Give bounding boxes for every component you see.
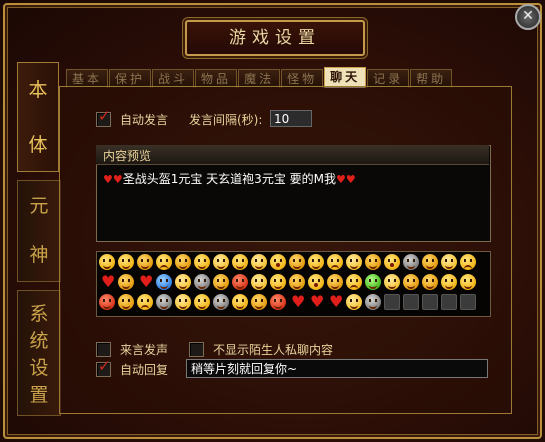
close-icon: ✕: [522, 8, 534, 24]
heart-icon: ♥♥: [336, 173, 356, 186]
emote-icon[interactable]: [118, 294, 134, 310]
emote-icon[interactable]: [156, 274, 172, 290]
emote-slot-empty: [403, 294, 419, 310]
emote-icon[interactable]: [441, 274, 457, 290]
emote-icon[interactable]: [175, 274, 191, 290]
block-stranger-checkbox[interactable]: [189, 342, 204, 357]
emote-icon[interactable]: [213, 254, 229, 270]
side-tab-system-char-1: 系: [29, 303, 49, 325]
emote-slot-empty: [441, 294, 457, 310]
emote-icon[interactable]: [194, 254, 210, 270]
auto-reply-input[interactable]: 稍等片刻就回复你~: [186, 359, 488, 378]
emote-icon[interactable]: [251, 254, 267, 270]
emote-icon[interactable]: [156, 254, 172, 270]
side-tab-system-char-4: 置: [29, 384, 49, 406]
emote-icon[interactable]: [327, 254, 343, 270]
emote-icon[interactable]: [308, 254, 324, 270]
emote-slot-empty: [460, 294, 476, 310]
interval-input[interactable]: 10: [270, 110, 312, 127]
emote-icon[interactable]: [213, 294, 229, 310]
emote-icon[interactable]: [365, 294, 381, 310]
emote-icon[interactable]: [460, 274, 476, 290]
incoming-sound-label: 来言发声: [120, 343, 169, 357]
side-tab-spirit-char-1: 元: [29, 195, 49, 217]
side-tab-system-char-3: 设: [29, 357, 49, 379]
emote-icon[interactable]: [270, 254, 286, 270]
emote-slot-empty: [422, 294, 438, 310]
emote-icon[interactable]: [232, 254, 248, 270]
title-plate: 游戏设置: [185, 20, 365, 56]
emote-icon[interactable]: [346, 274, 362, 290]
heart-icon: ♥♥: [103, 173, 123, 186]
emote-icon[interactable]: [365, 274, 381, 290]
preview-message-text: 圣战头盔1元宝 天玄道袍3元宝 要的M我: [122, 172, 336, 186]
auto-reply-label: 自动回复: [120, 363, 169, 377]
emote-icon[interactable]: [346, 254, 362, 270]
emote-icon[interactable]: [118, 274, 134, 290]
sidebar: 本 体 元 神 系 统 设 置: [17, 62, 61, 416]
emote-icon[interactable]: [251, 274, 267, 290]
heart-emote-icon[interactable]: [137, 272, 153, 291]
emote-icon[interactable]: [99, 294, 115, 310]
emote-icon[interactable]: [308, 274, 324, 290]
emote-icon[interactable]: [137, 254, 153, 270]
emote-icon[interactable]: [384, 254, 400, 270]
emote-grid: [99, 254, 483, 312]
side-tab-spirit-char-2: 神: [29, 244, 49, 266]
auto-speak-label: 自动发言: [120, 113, 169, 127]
window-title: 游戏设置: [229, 28, 321, 48]
emote-icon[interactable]: [270, 294, 286, 310]
interval-label: 发言间隔(秒):: [189, 113, 263, 127]
emote-icon[interactable]: [251, 294, 267, 310]
tab-chat[interactable]: 聊天: [324, 67, 367, 88]
block-stranger-label: 不显示陌生人私聊内容: [213, 343, 334, 357]
emote-icon[interactable]: [137, 294, 153, 310]
emote-icon[interactable]: [441, 254, 457, 270]
preview-message: ♥♥圣战头盔1元宝 天玄道袍3元宝 要的M我♥♥: [103, 170, 356, 187]
preview-header: 内容预览: [96, 145, 489, 165]
checkmark-icon: ✓: [98, 107, 111, 125]
emote-icon[interactable]: [422, 274, 438, 290]
side-tab-system-settings[interactable]: 系 统 设 置: [17, 290, 61, 416]
emote-icon[interactable]: [289, 274, 305, 290]
game-settings-window: 游戏设置 ✕ 本 体 元 神 系 统 设 置 基本 保护 战斗 物品 魔法 怪物…: [0, 0, 545, 442]
emote-icon[interactable]: [156, 294, 172, 310]
emote-icon[interactable]: [384, 274, 400, 290]
heart-emote-icon[interactable]: [99, 272, 115, 291]
incoming-sound-checkbox[interactable]: [96, 342, 111, 357]
heart-emote-icon[interactable]: [308, 292, 324, 311]
preview-title: 内容预览: [103, 149, 152, 163]
emote-icon[interactable]: [422, 254, 438, 270]
auto-reply-checkbox[interactable]: ✓: [96, 357, 111, 377]
emote-icon[interactable]: [232, 294, 248, 310]
emote-icon[interactable]: [460, 254, 476, 270]
side-tab-system-char-2: 统: [29, 330, 49, 352]
close-button[interactable]: ✕: [515, 4, 541, 30]
heart-emote-icon[interactable]: [289, 292, 305, 311]
emote-icon[interactable]: [232, 274, 248, 290]
emote-icon[interactable]: [194, 294, 210, 310]
side-tab-body-char-1: 本: [28, 79, 48, 101]
emote-icon[interactable]: [99, 254, 115, 270]
auto-speak-checkbox[interactable]: ✓: [96, 107, 111, 127]
side-tab-body-char-2: 体: [28, 134, 48, 156]
emote-icon[interactable]: [194, 274, 210, 290]
emote-icon[interactable]: [175, 254, 191, 270]
emote-slot-empty: [384, 294, 400, 310]
side-tab-spirit[interactable]: 元 神: [17, 180, 61, 282]
emote-icon[interactable]: [289, 254, 305, 270]
side-tab-body[interactable]: 本 体: [17, 62, 59, 172]
emote-icon[interactable]: [270, 274, 286, 290]
emote-icon[interactable]: [365, 254, 381, 270]
emote-icon[interactable]: [327, 274, 343, 290]
emote-icon[interactable]: [213, 274, 229, 290]
heart-emote-icon[interactable]: [327, 292, 343, 311]
emote-icon[interactable]: [403, 254, 419, 270]
emote-icon[interactable]: [175, 294, 191, 310]
emote-icon[interactable]: [403, 274, 419, 290]
emote-icon[interactable]: [346, 294, 362, 310]
emote-icon[interactable]: [118, 254, 134, 270]
checkmark-icon: ✓: [98, 357, 111, 375]
